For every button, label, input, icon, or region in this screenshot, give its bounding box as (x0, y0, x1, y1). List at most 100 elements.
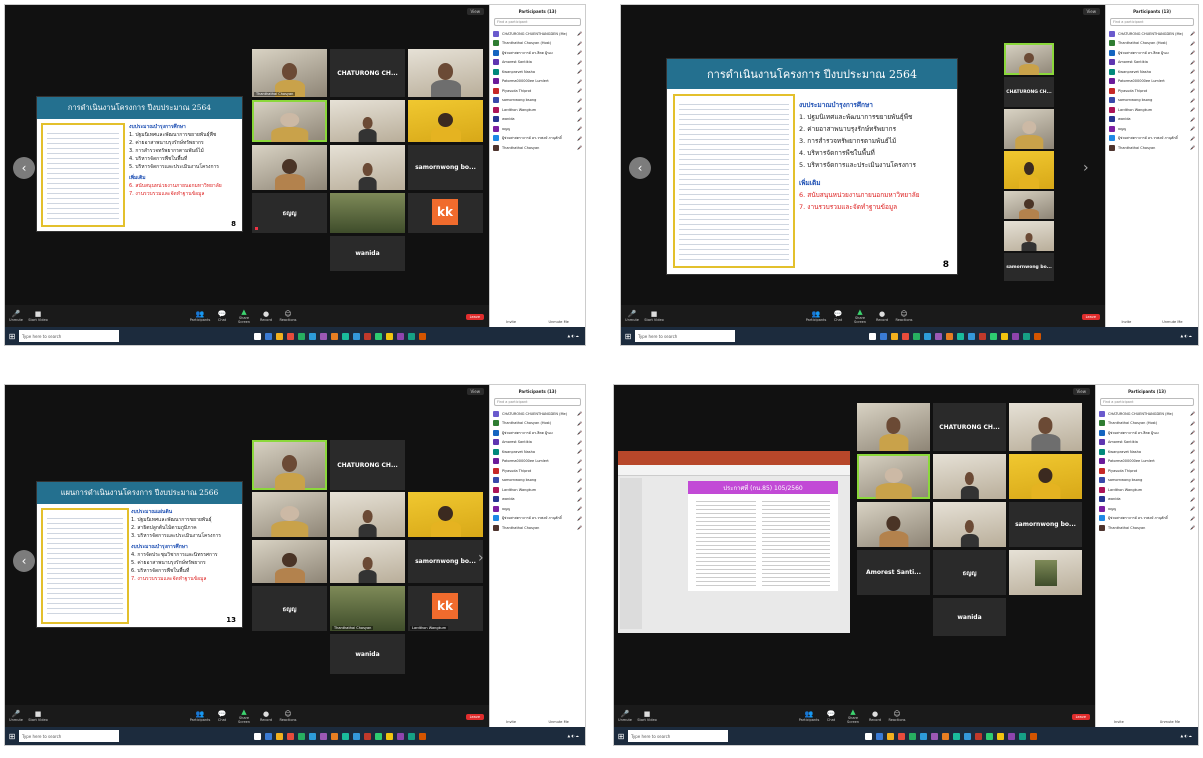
chat-button[interactable]: 💬 Chat (211, 710, 233, 722)
participant-row[interactable]: ธญญ 🎤̸ (1096, 504, 1198, 514)
participant-row[interactable]: samornwong bsong 🎤̸ (490, 96, 585, 106)
video-tile[interactable] (857, 502, 930, 547)
taskbar-app-icon[interactable] (276, 332, 284, 340)
unmute-me-button[interactable]: Unmute Me (549, 320, 569, 324)
video-tile[interactable] (330, 100, 405, 142)
view-chip[interactable]: View (1082, 7, 1100, 15)
video-tile[interactable] (1004, 109, 1054, 149)
invite-button[interactable]: Invite (1121, 320, 1131, 324)
participant-row[interactable]: Thanthathai Chosyan 🎤̸ (490, 523, 585, 533)
participant-row[interactable]: Patorma000000ee Lumlert 🎤̸ (490, 77, 585, 87)
participant-row[interactable]: samornwong bsong 🎤̸ (490, 476, 585, 486)
chat-button[interactable]: 💬 Chat (827, 310, 849, 322)
participant-row[interactable]: Piyasuda Thiprot 🎤̸ (1106, 86, 1198, 96)
taskbar-app-icon[interactable] (1011, 332, 1019, 340)
taskbar-app-icon[interactable] (1008, 732, 1016, 740)
participant-row[interactable]: ผู้ช่วยศาสตราจารย์ ดร.วรพงษ์ ภานุศักดิ์ 🎤… (490, 514, 585, 524)
video-tile[interactable]: samornwong bo... (1009, 502, 1082, 547)
taskbar-app-icon[interactable] (298, 732, 306, 740)
taskbar-search-input[interactable]: Type here to search (19, 730, 119, 742)
participant-search-input[interactable]: Find a participant (1100, 398, 1194, 406)
taskbar-app-icon[interactable] (923, 332, 931, 340)
next-page-arrow[interactable]: › (478, 550, 484, 566)
invite-button[interactable]: Invite (506, 320, 516, 324)
taskbar-app-icon[interactable] (353, 732, 361, 740)
participant-row[interactable]: ผู้ช่วยศาสตราจารย์ ดร.สิตต ผู้รอง 🎤̸ (490, 48, 585, 58)
taskbar-app-icon[interactable] (967, 332, 975, 340)
taskbar-app-icon[interactable] (419, 332, 427, 340)
taskbar-search-input[interactable]: Type here to search (635, 330, 735, 342)
video-tile[interactable] (1009, 550, 1082, 595)
participant-row[interactable]: Kwanpravet Nasha 🎤̸ (1096, 447, 1198, 457)
video-tile[interactable]: ธญญ (252, 586, 327, 631)
participant-row[interactable]: ธญญ 🎤̸ (490, 124, 585, 134)
taskbar-app-icon[interactable] (975, 732, 983, 740)
prev-page-button[interactable]: ‹ (13, 157, 35, 179)
video-tile[interactable] (1004, 151, 1054, 189)
taskbar-app-icon[interactable] (934, 332, 942, 340)
view-chip[interactable]: View (466, 387, 484, 395)
share-screen-button[interactable]: ▲ Share Screen (233, 708, 255, 724)
video-tile[interactable] (252, 540, 327, 583)
taskbar-app-icon[interactable] (353, 332, 361, 340)
taskbar-app-icon[interactable] (890, 332, 898, 340)
taskbar-app-icon[interactable] (298, 332, 306, 340)
taskbar-app-icon[interactable] (876, 732, 884, 740)
start-video-button[interactable]: ■ Start Video (27, 310, 49, 322)
taskbar-app-icon[interactable] (254, 732, 262, 740)
windows-start-icon[interactable]: ⊞ (5, 732, 19, 741)
video-tile[interactable]: ธญญ (933, 550, 1006, 595)
taskbar-app-icon[interactable] (419, 732, 427, 740)
invite-button[interactable]: Invite (506, 720, 516, 724)
taskbar-app-icon[interactable] (331, 332, 339, 340)
video-tile[interactable]: samornwong bo... (408, 145, 483, 190)
reactions-button[interactable]: ☺ Reactions (886, 710, 908, 722)
taskbar-app-icon[interactable] (331, 732, 339, 740)
taskbar-app-icon[interactable] (887, 732, 895, 740)
participant-row[interactable]: wanida 🎤̸ (1096, 495, 1198, 505)
video-tile[interactable] (408, 100, 483, 142)
participant-row[interactable]: Kwanpravet Nasha 🎤̸ (490, 67, 585, 77)
taskbar-app-icon[interactable] (997, 732, 1005, 740)
taskbar-app-icon[interactable] (989, 332, 997, 340)
taskbar-search-input[interactable]: Type here to search (628, 730, 728, 742)
participant-row[interactable]: CHATURONG CHUENTHANGDEN (Me) 🎤̸ (490, 29, 585, 39)
video-tile[interactable] (252, 145, 327, 190)
taskbar-app-icon[interactable] (309, 732, 317, 740)
taskbar-app-icon[interactable] (901, 332, 909, 340)
video-tile[interactable]: CHATURONG CH... (330, 49, 405, 97)
taskbar-app-icon[interactable] (397, 732, 405, 740)
record-button[interactable]: ● Record (864, 710, 886, 722)
unmute-button[interactable]: 🎤 Unmute (5, 310, 27, 322)
video-tile[interactable]: Thanthathai Chosyan (330, 586, 405, 631)
video-tile[interactable]: Thanthathai Chosyan (252, 49, 327, 97)
taskbar-app-icon[interactable] (912, 332, 920, 340)
video-tile[interactable] (330, 492, 405, 537)
video-tile[interactable]: Amorest Santi... (857, 550, 930, 595)
view-chip[interactable]: View (466, 7, 484, 15)
participant-row[interactable]: ผู้ช่วยศาสตราจารย์ ดร.สิตต ผู้รอง 🎤̸ (1096, 428, 1198, 438)
taskbar-app-icon[interactable] (898, 732, 906, 740)
video-tile[interactable] (1004, 221, 1054, 251)
taskbar-app-icon[interactable] (408, 332, 416, 340)
participant-search-input[interactable]: Find a participant (494, 398, 581, 406)
taskbar-app-icon[interactable] (397, 332, 405, 340)
taskbar-app-icon[interactable] (276, 732, 284, 740)
participant-row[interactable]: samornwong bsong 🎤̸ (1096, 476, 1198, 486)
video-tile[interactable] (330, 540, 405, 583)
taskbar-app-icon[interactable] (1033, 332, 1041, 340)
video-tile[interactable] (330, 193, 405, 233)
reactions-button[interactable]: ☺ Reactions (277, 310, 299, 322)
taskbar-app-icon[interactable] (375, 332, 383, 340)
video-tile[interactable] (252, 492, 327, 537)
unmute-me-button[interactable]: Unmute Me (1162, 320, 1182, 324)
video-tile[interactable] (330, 145, 405, 190)
video-tile[interactable]: wanida (330, 236, 405, 271)
next-page-arrow[interactable]: › (1083, 160, 1089, 176)
participant-row[interactable]: Lardthon Wangkum 🎤̸ (490, 105, 585, 115)
taskbar-app-icon[interactable] (1022, 332, 1030, 340)
participant-row[interactable]: ผู้ช่วยศาสตราจารย์ ดร.วรพงษ์ ภานุศักดิ์ 🎤… (1106, 134, 1198, 144)
windows-start-icon[interactable]: ⊞ (5, 332, 19, 341)
taskbar-app-icon[interactable] (942, 732, 950, 740)
taskbar-app-icon[interactable] (265, 732, 273, 740)
